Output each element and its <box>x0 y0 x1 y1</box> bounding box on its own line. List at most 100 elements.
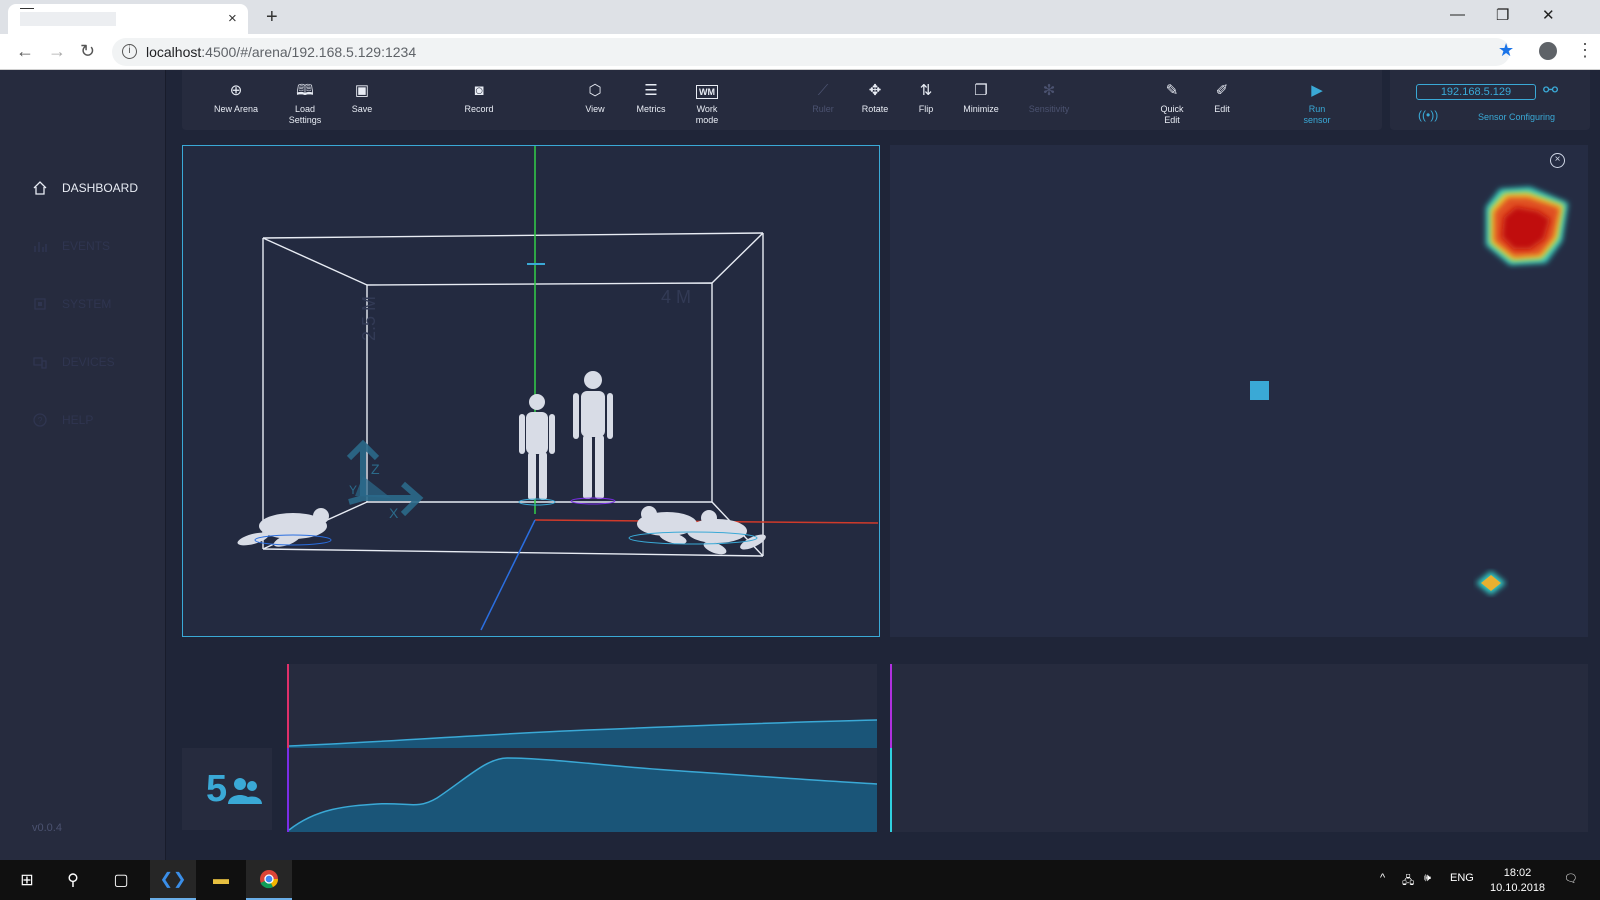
activity-chart-2 <box>287 748 877 832</box>
heat-square-marker <box>1250 381 1269 400</box>
file-explorer-icon[interactable]: ▬ <box>198 860 244 900</box>
window-restore-icon[interactable]: ❐ <box>1496 6 1509 24</box>
signal-icon: ((•)) <box>1418 108 1439 122</box>
info-panel-2 <box>890 748 1588 832</box>
devices-icon <box>33 357 47 369</box>
sidebar-item-events[interactable]: EVENTS <box>32 236 110 256</box>
sidebar-item-help[interactable]: ? HELP <box>32 410 93 430</box>
record-label: Record <box>464 104 494 114</box>
work-mode-label-2: mode <box>695 115 719 125</box>
tab-close-icon[interactable]: × <box>228 10 237 27</box>
taskbar-clock[interactable]: 18:02 10.10.2018 <box>1490 866 1545 896</box>
heatmap-canvas <box>1250 187 1568 595</box>
vscode-app-icon[interactable]: ❮❯ <box>150 860 196 900</box>
ruler-button[interactable]: ⟋ Ruler <box>793 82 853 115</box>
sidebar-item-label: DEVICES <box>62 355 115 369</box>
svg-text:?: ? <box>38 416 43 426</box>
quick-edit-label-2: Edit <box>1164 115 1180 125</box>
sidebar: DASHBOARD EVENTS SYSTEM DEVICES ? HELP v… <box>0 70 166 860</box>
sidebar-item-dashboard[interactable]: DASHBOARD <box>32 178 138 198</box>
run-sensor-label-1: Run <box>1308 104 1326 114</box>
sensitivity-button[interactable]: ✻ Sensitivity <box>1019 82 1079 115</box>
window-minimize-icon[interactable]: — <box>1450 6 1465 23</box>
browser-menu-icon[interactable]: ⋮ <box>1576 40 1594 61</box>
load-settings-button[interactable]: 🕮 Load Settings <box>275 82 335 126</box>
address-bar-url[interactable]: localhost:4500/#/arena/192.168.5.129:123… <box>146 44 416 60</box>
chart-2-border <box>287 748 289 832</box>
sidebar-item-system[interactable]: SYSTEM <box>32 294 111 314</box>
forward-arrow-icon[interactable]: → <box>48 41 66 62</box>
search-icon[interactable]: ⚲ <box>50 860 96 900</box>
windows-start-icon[interactable]: ⊞ <box>4 860 50 900</box>
new-arena-button[interactable]: ⊕ New Arena <box>206 82 266 115</box>
run-sensor-button[interactable]: ▶ Run sensor <box>1287 82 1347 126</box>
notifications-icon[interactable]: 🗨 <box>1564 872 1578 885</box>
people-icon <box>228 778 262 804</box>
flip-label: Flip <box>918 104 934 114</box>
view-label: View <box>585 104 605 114</box>
close-icon[interactable]: × <box>1550 153 1565 168</box>
language-indicator[interactable]: ENG <box>1450 872 1474 884</box>
flip-button[interactable]: ⇅ Flip <box>896 82 956 115</box>
record-button[interactable]: ◙ Record <box>449 82 509 115</box>
app-version: v0.0.4 <box>32 822 62 834</box>
wm-icon: WM <box>677 82 737 104</box>
chip-icon <box>34 298 46 310</box>
app-root: DASHBOARD EVENTS SYSTEM DEVICES ? HELP v… <box>0 70 1600 860</box>
profile-avatar-icon[interactable] <box>1539 42 1557 60</box>
rotate-label: Rotate <box>861 104 889 114</box>
width-label: 4 M <box>661 287 691 307</box>
tab-title-placeholder <box>20 12 116 26</box>
link-icon[interactable]: ⚯ <box>1543 80 1558 101</box>
book-icon: 🕮 <box>296 82 314 99</box>
back-arrow-icon[interactable]: ← <box>16 41 34 62</box>
help-icon: ? <box>33 413 47 427</box>
edit-button[interactable]: ✐ Edit <box>1192 82 1252 115</box>
home-icon <box>33 181 47 195</box>
heat-diamond-core <box>1481 575 1501 591</box>
new-tab-button[interactable]: + <box>266 6 278 29</box>
address-bar[interactable]: i localhost:4500/#/arena/192.168.5.129:1… <box>112 38 1510 66</box>
chart-2-area <box>289 758 877 832</box>
sidebar-item-label: HELP <box>62 413 94 427</box>
volume-icon[interactable]: 🕪 <box>1424 872 1431 885</box>
ruler-icon: ⟋ <box>817 82 829 99</box>
tab-title-stub <box>20 8 34 9</box>
minimize-button[interactable]: ❐ Minimize <box>951 82 1011 115</box>
view-button[interactable]: ⬡ View <box>565 82 625 115</box>
z-axis-line <box>480 519 536 631</box>
window-close-icon[interactable]: ✕ <box>1542 6 1555 24</box>
arena-3d-view[interactable]: 2.5 M 4 M Z X Y <box>182 145 880 637</box>
heat-diamond-outer <box>1476 571 1506 595</box>
tray-chevron-icon[interactable]: ^ <box>1380 872 1385 884</box>
work-mode-button[interactable]: WM Work mode <box>677 82 737 126</box>
heat-blob-core <box>1502 207 1550 249</box>
chrome-app-icon[interactable] <box>246 860 292 900</box>
reload-icon[interactable]: ↻ <box>80 41 95 62</box>
sensor-ip-field[interactable]: 192.168.5.129 <box>1416 84 1536 100</box>
person-standing-1 <box>519 394 555 500</box>
work-mode-label-1: Work <box>696 104 718 114</box>
arena-3d-scene[interactable]: 2.5 M 4 M Z X Y <box>183 146 879 635</box>
minimize-icon: ❐ <box>974 82 988 99</box>
info-icon[interactable]: i <box>122 44 137 59</box>
bar-chart-icon <box>34 242 47 252</box>
person-2-ring <box>570 497 616 505</box>
task-view-icon[interactable]: ▢ <box>98 860 144 900</box>
axis-x-label: X <box>389 505 399 521</box>
save-button[interactable]: ▣ Save <box>332 82 392 115</box>
floppy-icon: ▣ <box>354 82 370 99</box>
bookmark-star-icon[interactable]: ★ <box>1498 40 1514 61</box>
browser-tab[interactable]: × <box>8 4 248 34</box>
heatmap-panel[interactable]: × <box>890 145 1588 637</box>
network-icon[interactable]: 🖧 <box>1402 872 1414 891</box>
heat-blob-yellow <box>1490 192 1564 261</box>
activity-chart-1 <box>287 664 877 748</box>
sensitivity-label: Sensitivity <box>1028 104 1070 114</box>
browser-toolbar: ← → ↻ i localhost:4500/#/arena/192.168.5… <box>0 34 1600 70</box>
sidebar-item-devices[interactable]: DEVICES <box>32 352 115 372</box>
metrics-button[interactable]: ☰ Metrics <box>621 82 681 115</box>
chart-1-area <box>289 720 877 748</box>
browser-tabstrip: × + — ❐ ✕ <box>0 0 1600 34</box>
flip-icon: ⇅ <box>919 82 933 99</box>
